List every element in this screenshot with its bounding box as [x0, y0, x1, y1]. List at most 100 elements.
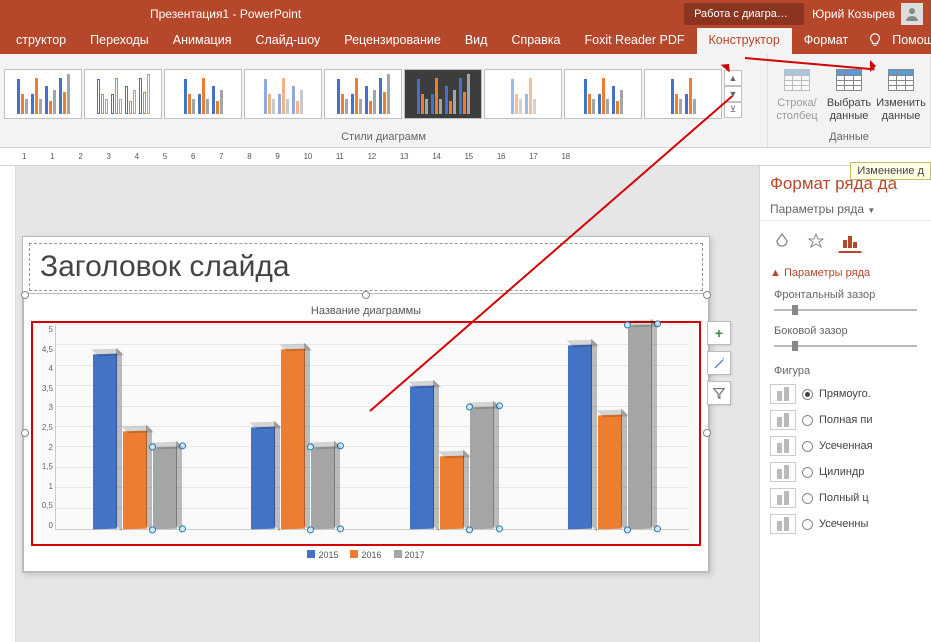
chart-bar[interactable] [628, 325, 652, 530]
chart-bar[interactable] [568, 345, 592, 529]
slide[interactable]: Заголовок слайда Название диаграммы 00,5… [22, 236, 710, 573]
format-pane-section-dropdown[interactable]: Параметры ряда ▼ [760, 198, 931, 221]
tab-foxit[interactable]: Foxit Reader PDF [572, 28, 696, 54]
tab-view[interactable]: Вид [453, 28, 500, 54]
shape-option[interactable]: Усеченны [770, 511, 921, 537]
chart-bar[interactable] [598, 414, 622, 529]
shape-radio[interactable] [802, 415, 813, 426]
slide-editor[interactable]: Заголовок слайда Название диаграммы 00,5… [0, 166, 760, 642]
shape-radio[interactable] [802, 389, 813, 400]
tab-help[interactable]: Справка [499, 28, 572, 54]
group-label-styles: Стили диаграмм [4, 131, 763, 145]
shape-radio[interactable] [802, 519, 813, 530]
tab-review[interactable]: Рецензирование [332, 28, 453, 54]
side-gap-label: Боковой зазор [760, 321, 931, 337]
shape-option[interactable]: Цилиндр [770, 459, 921, 485]
chart-bar[interactable] [470, 406, 494, 529]
shape-preview-icon [770, 436, 796, 456]
title-bar: Презентация1 - PowerPoint Работа с диагр… [0, 0, 931, 28]
effects-tab-icon[interactable] [804, 229, 828, 253]
shape-section-label: Фигура [760, 357, 931, 377]
tab-slideshow[interactable]: Слайд-шоу [243, 28, 332, 54]
chart-bar[interactable] [440, 455, 464, 529]
series-params-expand[interactable]: ▲ Параметры ряда [760, 261, 931, 285]
chart-bar[interactable] [410, 386, 434, 530]
tooltip-edit-data: Изменение д [850, 162, 931, 180]
user-name: Юрий Козырев [812, 7, 895, 21]
chart-bar[interactable] [281, 349, 305, 529]
chart-bar[interactable] [153, 447, 177, 529]
vertical-ruler [0, 166, 16, 642]
chart-quick-actions: + [707, 321, 731, 405]
shape-option-label: Усеченная [819, 440, 873, 452]
switch-row-column-button[interactable]: Строка/ столбец [772, 63, 822, 123]
chart-style-5[interactable] [324, 69, 402, 119]
shape-option-label: Усеченны [819, 518, 868, 530]
legend-item[interactable]: 2015 [307, 550, 338, 560]
chart-plot-area[interactable]: 00,511,522,533,544,55 [31, 321, 701, 546]
annotation-arrowhead-2 [870, 60, 882, 72]
group-label-data: Данные [772, 131, 926, 145]
tell-me-label[interactable]: Помощни [890, 28, 931, 54]
shape-preview-icon [770, 514, 796, 534]
fill-line-tab-icon[interactable] [770, 229, 794, 253]
chart-bar[interactable] [311, 447, 335, 529]
shape-option-label: Прямоуго. [819, 388, 871, 400]
help-lightbulb-icon[interactable] [860, 28, 890, 54]
chart-object[interactable]: Название диаграммы 00,511,522,533,544,55… [27, 297, 705, 568]
app-title: Презентация1 - PowerPoint [150, 7, 301, 21]
tab-chart-format[interactable]: Формат [792, 28, 860, 54]
style-nav-up[interactable]: ▲ [724, 70, 742, 86]
chart-bar[interactable] [251, 427, 275, 530]
tab-chart-design[interactable]: Конструктор [697, 28, 792, 54]
chart-title[interactable]: Название диаграммы [31, 301, 701, 321]
chart-filters-button[interactable] [707, 381, 731, 405]
chart-bar[interactable] [123, 431, 147, 530]
shape-radio[interactable] [802, 493, 813, 504]
shape-radio[interactable] [802, 467, 813, 478]
ribbon-tabs: структор Переходы Анимация Слайд-шоу Рец… [0, 28, 931, 54]
shape-option[interactable]: Усеченная [770, 433, 921, 459]
shape-option[interactable]: Полный ц [770, 485, 921, 511]
tab-constructor-trunc[interactable]: структор [4, 28, 78, 54]
shape-preview-icon [770, 410, 796, 430]
user-account[interactable]: Юрий Козырев [804, 3, 931, 25]
shape-option[interactable]: Полная пи [770, 407, 921, 433]
tab-animation[interactable]: Анимация [161, 28, 244, 54]
series-options-tab-icon[interactable] [838, 229, 862, 253]
chart-style-1[interactable] [4, 69, 82, 119]
shape-radio[interactable] [802, 441, 813, 452]
shape-option-label: Цилиндр [819, 466, 864, 478]
chart-elements-button[interactable]: + [707, 321, 731, 345]
chart-style-7[interactable] [484, 69, 562, 119]
shape-preview-icon [770, 462, 796, 482]
chart-style-4[interactable] [244, 69, 322, 119]
select-data-button[interactable]: Выбрать данные [824, 63, 874, 123]
shape-option-label: Полная пи [819, 414, 873, 426]
shape-option-label: Полный ц [819, 492, 869, 504]
style-nav-more[interactable]: ⊻ [724, 102, 742, 118]
chart-legend[interactable]: 2015 2016 2017 [31, 546, 701, 564]
chart-styles-button[interactable] [707, 351, 731, 375]
legend-item[interactable]: 2016 [350, 550, 381, 560]
ribbon: ▲ ▼ ⊻ Стили диаграмм Строка/ столбец Выб… [0, 54, 931, 148]
legend-item[interactable]: 2017 [394, 550, 425, 560]
chart-style-6[interactable] [404, 69, 482, 119]
chart-y-axis: 00,511,522,533,544,55 [33, 323, 55, 544]
shape-preview-icon [770, 488, 796, 508]
shape-option[interactable]: Прямоуго. [770, 381, 921, 407]
chart-style-9[interactable] [644, 69, 722, 119]
front-gap-slider[interactable] [774, 303, 917, 317]
chart-bar[interactable] [93, 353, 117, 529]
chart-bars[interactable] [55, 325, 689, 530]
format-pane: Изменение д Формат ряда да Параметры ряд… [760, 166, 931, 642]
side-gap-slider[interactable] [774, 339, 917, 353]
chart-style-2[interactable] [84, 69, 162, 119]
user-avatar-icon [901, 3, 923, 25]
slide-title-placeholder[interactable]: Заголовок слайда [29, 243, 703, 291]
chart-style-3[interactable] [164, 69, 242, 119]
tab-transitions[interactable]: Переходы [78, 28, 161, 54]
chart-style-8[interactable] [564, 69, 642, 119]
edit-data-button[interactable]: Изменить данные [876, 63, 926, 123]
context-tools-label: Работа с диаграмм… [684, 3, 804, 25]
